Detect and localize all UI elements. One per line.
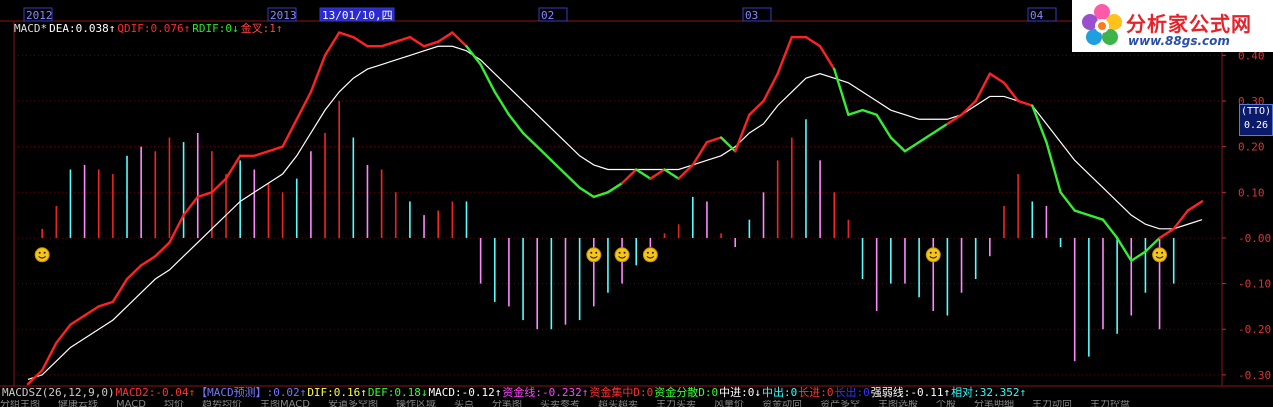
y-tick-label: 0.20 <box>1238 141 1265 154</box>
indicator-tab[interactable]: 主图选股 <box>878 400 918 407</box>
y-tick-label: -0.30 <box>1238 369 1271 382</box>
indicator-tab[interactable]: 个股 <box>936 400 956 407</box>
indicator-tab[interactable]: 趋势均价 <box>202 400 242 407</box>
smiley-marker-icon <box>642 247 658 263</box>
indicator-tab[interactable]: 分笔图 <box>492 400 522 407</box>
footer-value: 资金集中D:0 <box>589 386 654 399</box>
indicator-tab[interactable]: 安道多空图 <box>328 400 378 407</box>
footer-value: DIF:0.16↑ <box>307 386 367 399</box>
top-axis-label: 02 <box>541 9 554 22</box>
legend-item: MACD* <box>14 22 48 35</box>
indicator-tab[interactable]: 主图MACD <box>260 400 310 407</box>
indicator-tab[interactable]: 主力买卖 <box>656 400 696 407</box>
footer-value: 中进:0↓ <box>719 386 761 399</box>
top-axis-label: 04 <box>1030 9 1044 22</box>
indicator-tab[interactable]: 主力控盘 <box>1090 400 1130 407</box>
indicator-tab[interactable]: 分组主图 <box>0 400 40 407</box>
indicator-tab[interactable]: 健康云线 <box>58 400 98 407</box>
indicator-tab[interactable]: 分笔明细 <box>974 400 1014 407</box>
legend-item: DEA:0.038↑ <box>49 22 116 35</box>
chart-window: 2012 2013 13/01/10,四 02 03 04 0.40 0.30 0.20 0.1… <box>0 0 1273 407</box>
footer-value: 资金线:-0.232↑ <box>502 386 589 399</box>
footer-value: MACDSZ(26,12,9,0) <box>2 386 115 399</box>
smiley-marker-icon <box>586 247 602 263</box>
value-tag-label: (TTO) <box>1240 106 1272 117</box>
top-axis-label: 13/01/10,四 <box>322 9 393 22</box>
footer-value: 中出:0 <box>762 386 798 399</box>
indicator-tab[interactable]: 均价 <box>164 400 184 407</box>
smiley-marker-icon <box>925 247 941 263</box>
legend-item: 金叉:1↑ <box>240 22 283 35</box>
footer-value: 【MACD预测】:0.02↑ <box>196 386 307 399</box>
top-axis-label: 03 <box>745 9 758 22</box>
y-tick-label: -0.20 <box>1238 323 1271 336</box>
indicator-tab[interactable]: 资金动向 <box>762 400 802 407</box>
logo-url[interactable]: www.88gs.com <box>1128 34 1230 48</box>
footer-value: 强弱线:-0.11↑ <box>870 386 951 399</box>
indicator-tab[interactable]: 买卖参考 <box>540 400 580 407</box>
site-logo: 分析家公式网 www.88gs.com <box>1072 0 1273 52</box>
footer-value: 长进:0 <box>798 386 834 399</box>
indicator-tab[interactable]: 操作区域 <box>396 400 436 407</box>
top-axis-label: 2013 <box>270 9 297 22</box>
indicator-footer: MACDSZ(26,12,9,0)MACD2:-0.04↑【MACD预测】:0.… <box>2 386 1027 400</box>
indicator-legend: MACD* DEA:0.038↑ QDIF:0.076↑ RDIF:0↓ 金叉:1↑ <box>14 22 284 36</box>
y-tick-label: -0.00 <box>1238 232 1271 245</box>
legend-item: QDIF:0.076↑ <box>117 22 191 35</box>
logo-title: 分析家公式网 <box>1126 12 1252 36</box>
smiley-marker-icon <box>1152 247 1168 263</box>
flower-logo-icon <box>1082 4 1122 45</box>
footer-value: DEF:0.18↓ <box>367 386 428 399</box>
smiley-marker-icon <box>614 247 630 263</box>
footer-value: 相对:32.352↑ <box>951 386 1027 399</box>
y-tick-label: 0.10 <box>1238 186 1265 199</box>
value-tag-value: 0.26 <box>1243 120 1269 131</box>
indicator-tab[interactable]: 风量价 <box>714 400 744 407</box>
top-axis-label: 2012 <box>26 9 53 22</box>
current-value-tag: (TTO) 0.26 <box>1239 104 1273 136</box>
indicator-tab[interactable]: 资产多空 <box>820 400 860 407</box>
footer-value: 长出:0 <box>834 386 870 399</box>
indicator-tabs: 分组主图 健康云线 MACD 均价 趋势均价 主图MACD 安道多空图 操作区域 买点 分笔图 买卖… <box>0 400 1273 407</box>
indicator-tab[interactable]: 买点 <box>454 400 474 407</box>
indicator-tab[interactable]: MACD <box>116 400 146 407</box>
indicator-tab[interactable]: 超买超卖 <box>598 400 638 407</box>
y-tick-label: -0.10 <box>1238 278 1271 291</box>
legend-item: RDIF:0↓ <box>192 22 239 35</box>
indicator-tab[interactable]: 主力动向 <box>1032 400 1072 407</box>
macd-chart: 2012 2013 13/01/10,四 02 03 04 0.400.300.200.1… <box>0 0 1273 407</box>
footer-value: MACD:-0.12↑ <box>428 386 502 399</box>
footer-value: 资金分散D:0 <box>654 386 719 399</box>
smiley-marker-icon <box>34 247 50 263</box>
footer-value: MACD2:-0.04↑ <box>115 386 196 399</box>
